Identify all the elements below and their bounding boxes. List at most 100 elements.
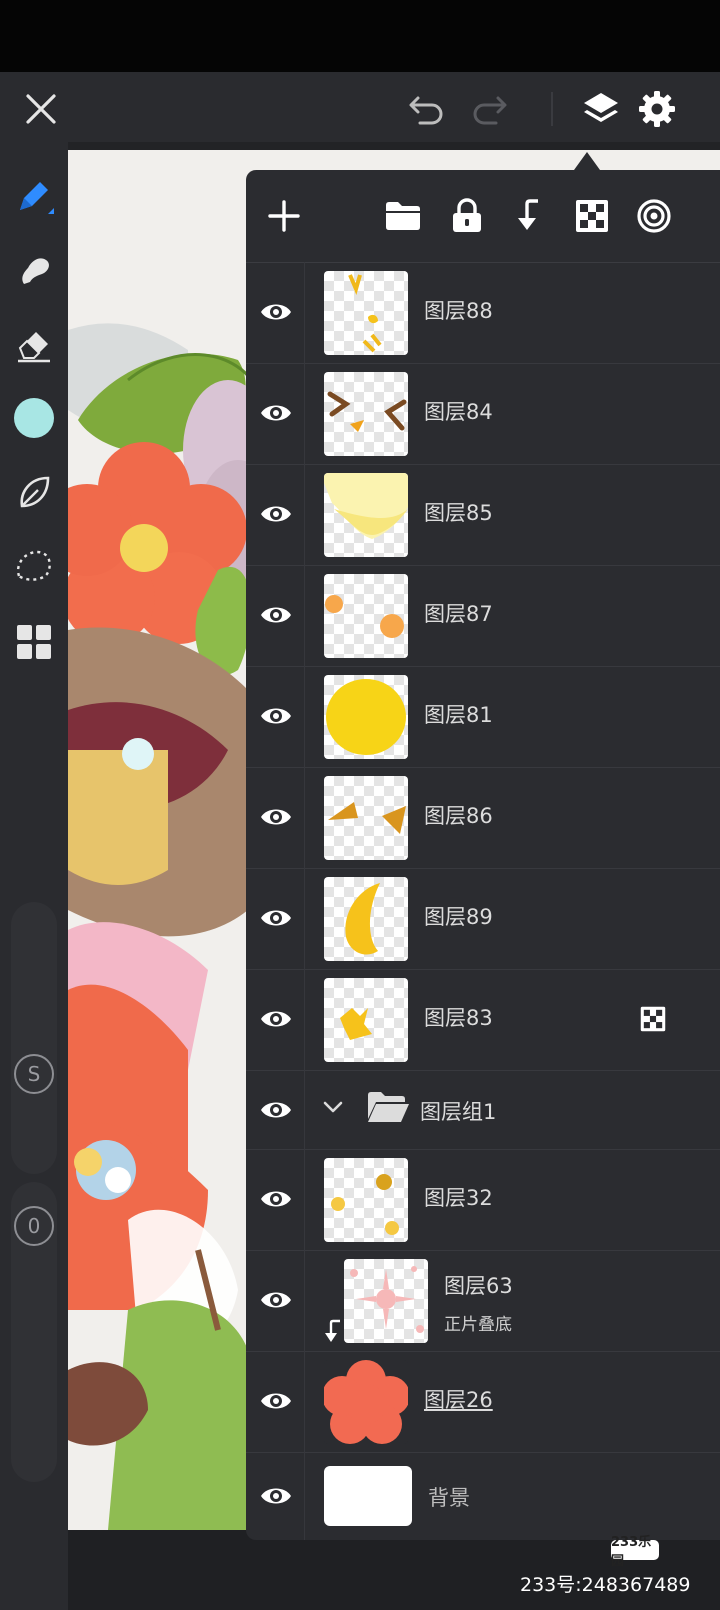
layer-name: 图层84 xyxy=(424,400,493,424)
layer-thumbnail xyxy=(324,1466,412,1526)
layers-button[interactable] xyxy=(578,84,624,134)
watermark: 233乐园 233号:248367489 xyxy=(520,1535,720,1610)
visibility-toggle[interactable] xyxy=(256,1381,296,1421)
layer-row[interactable]: 图层84 xyxy=(246,363,720,465)
clipping-indicator xyxy=(322,1318,342,1350)
reference-layer-button[interactable] xyxy=(630,192,678,240)
eye-icon xyxy=(261,1191,291,1207)
clip-arrow-icon xyxy=(325,1319,340,1342)
eye-icon xyxy=(261,809,291,825)
pen-icon xyxy=(20,182,54,214)
checker-icon xyxy=(576,200,608,232)
color-swatch xyxy=(14,398,54,438)
redo-button[interactable] xyxy=(466,86,514,132)
layer-row[interactable]: 图层83 xyxy=(246,969,720,1071)
layer-row[interactable]: 图层87 xyxy=(246,565,720,667)
visibility-toggle[interactable] xyxy=(256,696,296,736)
layer-blend-mode: 正片叠底 xyxy=(444,1315,512,1335)
visibility-toggle[interactable] xyxy=(256,1179,296,1219)
layer-thumbnail xyxy=(324,271,408,355)
opacity-button[interactable]: 0 xyxy=(14,1206,54,1246)
lasso-tool-button[interactable] xyxy=(8,540,60,592)
layer-thumbnail xyxy=(324,675,408,759)
layer-row[interactable]: 图层85 xyxy=(246,464,720,566)
undo-icon xyxy=(409,96,443,125)
layer-name: 图层81 xyxy=(424,703,493,727)
smudge-tool-button[interactable] xyxy=(8,244,60,296)
stabilizer-tool-button[interactable] xyxy=(8,466,60,518)
visibility-toggle[interactable] xyxy=(256,595,296,635)
add-layer-button[interactable] xyxy=(260,192,308,240)
layers-icon xyxy=(584,93,618,122)
lock-icon xyxy=(453,198,481,232)
target-icon xyxy=(637,199,671,233)
layer-name: 图层85 xyxy=(424,501,493,525)
transparency-lock-button[interactable] xyxy=(568,192,616,240)
status-bar xyxy=(0,0,720,72)
opacity-label: 0 xyxy=(27,1214,41,1238)
brush-tool-button[interactable] xyxy=(8,170,60,222)
top-bar xyxy=(0,72,720,142)
checker-icon xyxy=(640,1006,666,1032)
layer-thumbnail xyxy=(324,776,408,860)
size-label: S xyxy=(27,1062,41,1086)
layer-row[interactable]: 图层89 xyxy=(246,868,720,970)
folder-icon xyxy=(386,202,420,230)
background-layer-row[interactable]: 背景 xyxy=(246,1452,720,1540)
layer-name: 图层86 xyxy=(424,804,493,828)
brush-size-slider[interactable] xyxy=(11,902,57,1174)
visibility-toggle[interactable] xyxy=(256,494,296,534)
eye-icon xyxy=(261,405,291,421)
layer-row[interactable]: 图层26 xyxy=(246,1351,720,1453)
visibility-toggle[interactable] xyxy=(256,797,296,837)
layer-thumbnail xyxy=(324,1360,408,1444)
eye-icon xyxy=(261,1488,291,1504)
watermark-logo: 233乐园 xyxy=(611,1535,659,1569)
layer-panel-toolbar xyxy=(246,170,720,263)
layer-row[interactable]: 图层88 xyxy=(246,262,720,364)
visibility-toggle[interactable] xyxy=(256,1280,296,1320)
layer-name: 图层89 xyxy=(424,905,493,929)
size-button[interactable]: S xyxy=(14,1054,54,1094)
smudge-icon xyxy=(22,258,49,284)
eraser-tool-button[interactable] xyxy=(8,318,60,370)
lock-layer-button[interactable] xyxy=(443,192,491,240)
layer-group-name: 图层组1 xyxy=(420,1100,497,1124)
eraser-icon xyxy=(18,332,50,363)
layer-thumbnail xyxy=(324,877,408,961)
undo-button[interactable] xyxy=(402,86,450,132)
more-tools-button[interactable] xyxy=(8,616,60,668)
visibility-toggle[interactable] xyxy=(256,292,296,332)
folder-open-icon xyxy=(368,1092,409,1122)
close-icon xyxy=(26,94,56,124)
topbar-divider xyxy=(551,92,553,126)
layer-row[interactable]: 图层86 xyxy=(246,767,720,869)
group-folder xyxy=(366,1089,410,1129)
group-collapse-toggle[interactable] xyxy=(322,1096,344,1122)
add-folder-button[interactable] xyxy=(379,192,427,240)
layer-thumbnail xyxy=(324,1158,408,1242)
layer-row[interactable]: 图层63 正片叠底 xyxy=(246,1250,720,1352)
layer-row[interactable]: 图层32 xyxy=(246,1149,720,1251)
layer-name: 图层26 xyxy=(424,1388,493,1412)
visibility-toggle[interactable] xyxy=(256,1476,296,1516)
visibility-toggle[interactable] xyxy=(256,1090,296,1130)
visibility-toggle[interactable] xyxy=(256,898,296,938)
alpha-lock-indicator xyxy=(640,1006,666,1036)
layer-panel: 图层88 图层84 图层85 图层87 图层81 图层86 图层89 图层83 … xyxy=(246,170,720,1540)
watermark-text: 233号:248367489 xyxy=(520,1574,691,1596)
visibility-toggle[interactable] xyxy=(256,999,296,1039)
layer-thumbnail xyxy=(324,574,408,658)
settings-button[interactable] xyxy=(634,84,680,134)
eye-icon xyxy=(261,1011,291,1027)
layer-group-row[interactable]: 图层组1 xyxy=(246,1070,720,1150)
close-button[interactable] xyxy=(18,86,64,132)
eye-icon xyxy=(261,1393,291,1409)
leaf-icon xyxy=(20,476,50,508)
color-picker-button[interactable] xyxy=(8,392,60,444)
merge-down-button[interactable] xyxy=(506,192,554,240)
visibility-toggle[interactable] xyxy=(256,393,296,433)
layer-row[interactable]: 图层81 xyxy=(246,666,720,768)
clip-arrow-icon xyxy=(518,199,538,230)
eye-icon xyxy=(261,304,291,320)
